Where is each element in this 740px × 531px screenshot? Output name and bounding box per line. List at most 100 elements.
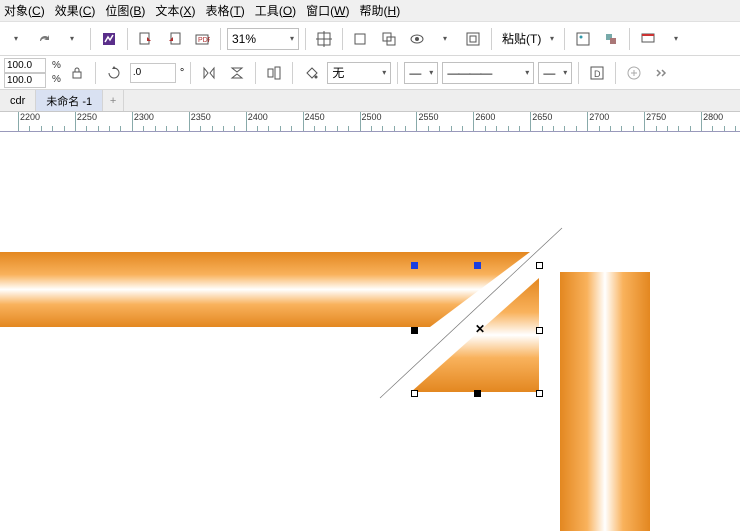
layers-icon (603, 31, 619, 47)
tab-cdr[interactable]: cdr (0, 90, 36, 111)
scale-inputs: 100.0 100.0 (4, 58, 46, 88)
stroke-style-combo[interactable]: ———— ▾ (442, 62, 534, 84)
more-button[interactable] (650, 61, 674, 85)
cut-guideline (0, 132, 740, 531)
wrap-icon: D (589, 65, 605, 81)
presentation-dd[interactable]: ▾ (664, 27, 688, 51)
export-icon (166, 31, 182, 47)
property-toolbar: 100.0 100.0 %% .0 ° 无 ▾ — ▾ ———— ▾ — ▾ D (0, 56, 740, 90)
rotate-input[interactable]: .0 (130, 63, 176, 83)
bucket-icon (303, 65, 319, 81)
presentation-button[interactable] (636, 27, 660, 51)
handle-w[interactable] (411, 327, 418, 334)
scale-x-input[interactable]: 100.0 (4, 58, 46, 73)
snap-button[interactable] (312, 27, 336, 51)
rotate-icon (106, 65, 122, 81)
img2-button[interactable] (599, 27, 623, 51)
preview-dd[interactable]: ▾ (433, 27, 457, 51)
flip-h-button[interactable] (197, 61, 221, 85)
view1-button[interactable] (349, 27, 373, 51)
menu-text[interactable]: 文本(X) (155, 2, 195, 19)
ruler-label: 2400 (248, 112, 268, 122)
align-button[interactable] (262, 61, 286, 85)
redo-dropdown-button[interactable]: ▾ (4, 27, 28, 51)
macro-icon (101, 31, 117, 47)
flip-h-icon (201, 65, 217, 81)
add-button[interactable] (622, 61, 646, 85)
ruler-label: 2200 (20, 112, 40, 122)
ruler-label: 2700 (589, 112, 609, 122)
eye-icon (409, 31, 425, 47)
selection-center[interactable]: ✕ (475, 322, 485, 336)
handle-s[interactable] (474, 390, 481, 397)
ruler-label: 2800 (703, 112, 723, 122)
flip-v-button[interactable] (225, 61, 249, 85)
menu-effects[interactable]: 效果(C) (55, 2, 96, 19)
chevrons-icon (654, 67, 670, 79)
export-button[interactable] (162, 27, 186, 51)
view2-button[interactable] (377, 27, 401, 51)
redo-button[interactable] (32, 27, 56, 51)
plus-circle-icon (626, 65, 642, 81)
canvas[interactable]: ✕ (0, 132, 740, 531)
svg-text:D: D (594, 69, 601, 79)
handle-se[interactable] (536, 390, 543, 397)
rect-icon (353, 31, 369, 47)
document-tabs: cdr 未命名 -1 + (0, 90, 740, 112)
snap-icon (316, 31, 332, 47)
wrap-text-button[interactable]: D (585, 61, 609, 85)
menu-tools[interactable]: 工具(O) (255, 2, 296, 19)
screen-icon (640, 31, 656, 47)
import-icon (138, 31, 154, 47)
lock-icon (70, 66, 84, 80)
ruler-label: 2650 (532, 112, 552, 122)
img1-button[interactable] (571, 27, 595, 51)
main-toolbar: ▾ ▾ PDF 31% ▾ ▾ 粘贴(T) ▾ ▾ (0, 22, 740, 56)
paste-menu[interactable]: 粘贴(T) ▾ (498, 28, 558, 50)
menu-window[interactable]: 窗口(W) (306, 2, 349, 19)
handle-nw[interactable] (411, 262, 418, 269)
ruler-label: 2750 (646, 112, 666, 122)
tab-unnamed[interactable]: 未命名 -1 (36, 90, 103, 111)
svg-text:PDF: PDF (198, 37, 210, 44)
ruler-label: 2300 (134, 112, 154, 122)
handle-e[interactable] (536, 327, 543, 334)
image-icon (575, 31, 591, 47)
menu-table[interactable]: 表格(T) (205, 2, 244, 19)
zoom-combo[interactable]: 31% ▾ (227, 28, 299, 50)
options-button[interactable] (461, 27, 485, 51)
stroke-width-combo[interactable]: — ▾ (404, 62, 438, 84)
stroke-end-combo[interactable]: — ▾ (538, 62, 572, 84)
chevron-down-icon: ▾ (563, 68, 567, 77)
scale-y-input[interactable]: 100.0 (4, 73, 46, 88)
preview-button[interactable] (405, 27, 429, 51)
rects-icon (381, 31, 397, 47)
menu-help[interactable]: 帮助(H) (360, 2, 401, 19)
tab-add-button[interactable]: + (103, 90, 124, 111)
ruler-label: 2250 (77, 112, 97, 122)
fill-icon-btn[interactable] (299, 61, 323, 85)
ruler-label: 2600 (475, 112, 495, 122)
handle-sw[interactable] (411, 390, 418, 397)
rotate-icon-btn[interactable] (102, 61, 126, 85)
menu-bitmap[interactable]: 位图(B) (105, 2, 145, 19)
menu-object[interactable]: 对象(C) (4, 2, 45, 19)
ruler-label: 2350 (191, 112, 211, 122)
handle-ne[interactable] (536, 262, 543, 269)
chevron-down-icon: ▾ (382, 68, 386, 77)
fill-combo[interactable]: 无 ▾ (327, 62, 391, 84)
horizontal-ruler[interactable]: 2200225023002350240024502500255026002650… (0, 112, 740, 132)
macro-button[interactable] (97, 27, 121, 51)
publish-button[interactable]: PDF (190, 27, 214, 51)
gear-icon (465, 31, 481, 47)
ruler-label: 2550 (418, 112, 438, 122)
chevron-down-icon: ▾ (429, 68, 433, 77)
redo-icon (36, 31, 52, 47)
percent-labels: %% (50, 59, 61, 87)
import-button[interactable] (134, 27, 158, 51)
handle-n[interactable] (474, 262, 481, 269)
degree-label: ° (180, 67, 184, 79)
ruler-label: 2450 (305, 112, 325, 122)
redo2-dropdown[interactable]: ▾ (60, 27, 84, 51)
lock-ratio-button[interactable] (65, 61, 89, 85)
